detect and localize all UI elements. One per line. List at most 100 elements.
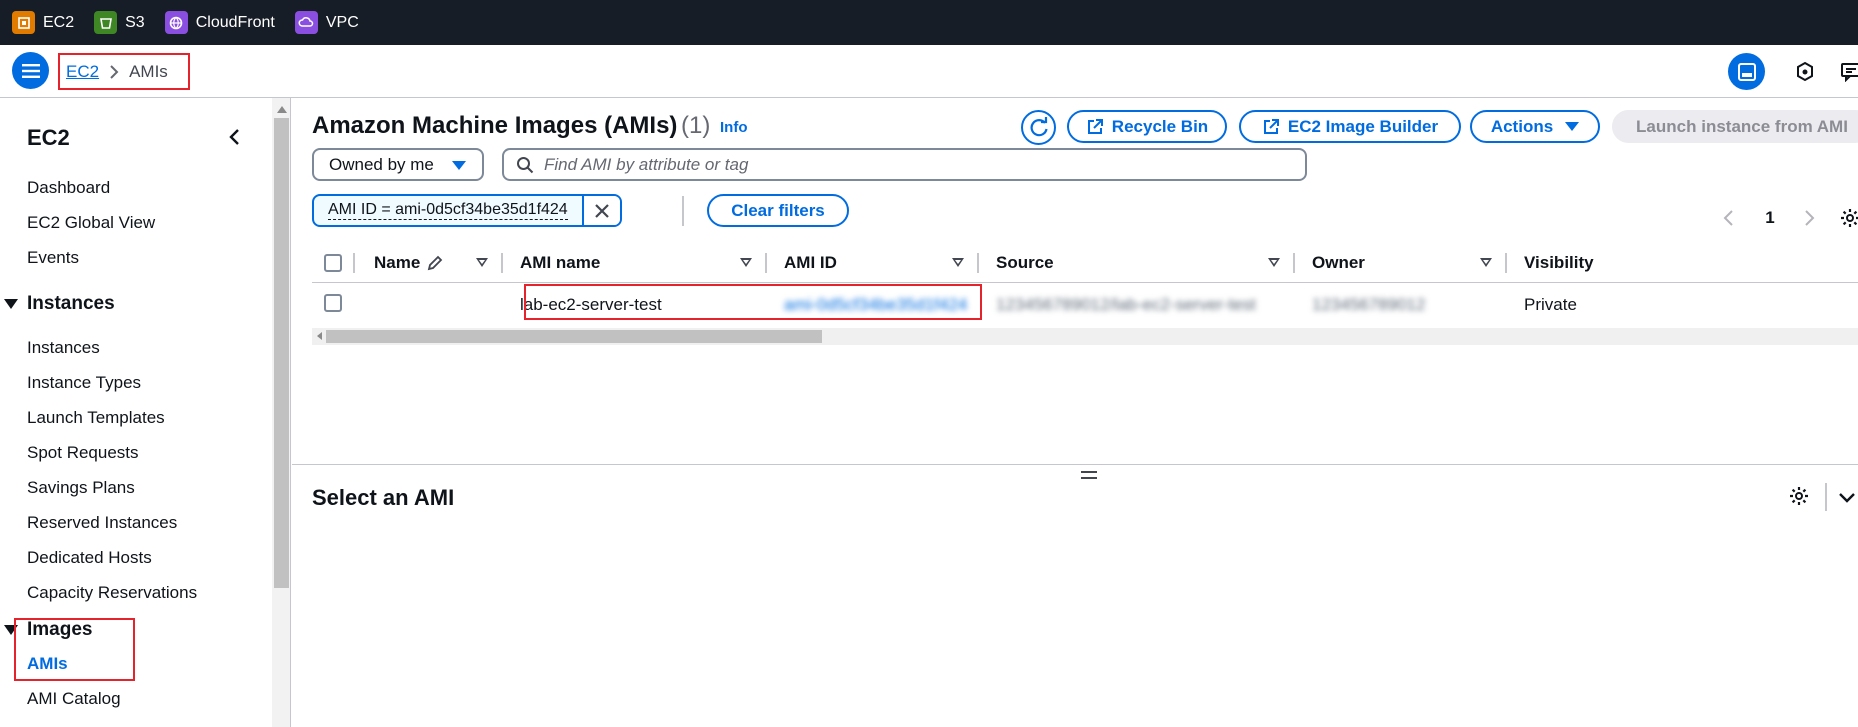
ec2-image-builder-button[interactable]: EC2 Image Builder <box>1239 110 1461 143</box>
select-all-checkbox[interactable] <box>324 254 342 272</box>
column-divider <box>1293 253 1295 273</box>
nav-ami-catalog[interactable]: AMI Catalog <box>27 689 121 709</box>
filter-token-label[interactable]: AMI ID = ami-0d5cf34be35d1f424 <box>314 196 584 225</box>
nav-capacity-reservations[interactable]: Capacity Reservations <box>27 583 197 603</box>
cell-owner: 123456789012 <box>1312 295 1426 314</box>
column-header-ami-name[interactable]: AMI name <box>520 243 600 283</box>
cell-visibility: Private <box>1524 295 1577 314</box>
side-navigation: EC2 Dashboard EC2 Global View Events Ins… <box>0 98 272 727</box>
sidenav-scrollbar[interactable] <box>272 98 291 727</box>
nav-savings-plans[interactable]: Savings Plans <box>27 478 135 498</box>
split-panel-preferences-button[interactable] <box>1788 485 1812 509</box>
owner-filter-select[interactable]: Owned by me <box>312 148 484 181</box>
sort-icon[interactable] <box>1268 258 1280 267</box>
button-label: Recycle Bin <box>1111 116 1209 136</box>
nav-dashboard[interactable]: Dashboard <box>27 178 110 198</box>
split-panel: Select an AMI <box>292 464 1858 727</box>
tools-panel-button[interactable] <box>1790 53 1820 90</box>
nav-instances[interactable]: Instances <box>27 338 100 358</box>
clear-filters-button[interactable]: Clear filters <box>707 194 849 227</box>
split-panel-title: Select an AMI <box>312 485 455 510</box>
column-header-source[interactable]: Source <box>996 243 1054 283</box>
service-shortcut-ec2[interactable]: EC2 <box>12 11 74 34</box>
sort-icon[interactable] <box>740 258 752 267</box>
highlight-box-ami-row <box>524 284 982 320</box>
nav-events[interactable]: Events <box>27 248 79 268</box>
scrollbar-thumb[interactable] <box>274 118 289 588</box>
notifications-button[interactable] <box>1836 53 1858 90</box>
table-row[interactable]: lab-ec2-server-test ami-0d5cf34be35d1f42… <box>312 283 1858 327</box>
main-content: Amazon Machine Images (AMIs) (1) Info Re… <box>292 98 1858 727</box>
external-link-icon <box>1087 118 1103 134</box>
nav-dedicated-hosts[interactable]: Dedicated Hosts <box>27 548 152 568</box>
column-label: Name <box>374 253 421 272</box>
chevron-right-icon <box>1805 210 1815 226</box>
service-shortcut-s3[interactable]: S3 <box>94 11 145 34</box>
menu-toggle-button[interactable] <box>12 52 49 89</box>
caret-down-icon <box>1565 122 1580 131</box>
ami-count: (1) <box>681 112 711 139</box>
hamburger-icon <box>21 63 40 78</box>
breadcrumb-ec2-link[interactable]: EC2 <box>66 62 99 82</box>
sort-icon[interactable] <box>1480 258 1492 267</box>
nav-launch-templates[interactable]: Launch Templates <box>27 408 165 428</box>
collapse-split-panel-button[interactable] <box>1836 486 1858 508</box>
sidenav-title: EC2 <box>27 125 70 150</box>
caret-down-icon <box>452 161 466 170</box>
split-panel-toggle-button[interactable] <box>1728 53 1765 90</box>
table-preferences-button[interactable] <box>1838 206 1858 230</box>
next-page-button[interactable] <box>1800 206 1820 230</box>
column-header-visibility[interactable]: Visibility <box>1524 243 1594 283</box>
chevron-left-icon <box>229 129 239 145</box>
launch-instance-from-ami-button[interactable]: Launch instance from AMI <box>1612 110 1858 143</box>
info-link[interactable]: Info <box>720 119 748 136</box>
search-input[interactable] <box>544 154 1284 175</box>
scrollbar-thumb[interactable] <box>326 330 822 343</box>
button-label: Clear filters <box>731 200 825 220</box>
filter-token[interactable]: AMI ID = ami-0d5cf34be35d1f424 <box>312 194 622 227</box>
page-number-1[interactable]: 1 <box>1760 206 1780 230</box>
caret-down-icon <box>4 299 18 309</box>
previous-page-button[interactable] <box>1718 206 1738 230</box>
service-shortcut-vpc[interactable]: VPC <box>294 11 359 34</box>
nav-section-label: Instances <box>27 293 115 314</box>
refresh-button[interactable] <box>1021 110 1056 145</box>
nav-instance-types[interactable]: Instance Types <box>27 373 141 393</box>
chevron-down-icon <box>1839 493 1855 503</box>
breadcrumb-current: AMIs <box>129 61 168 81</box>
search-icon <box>517 156 534 173</box>
owner-filter-value: Owned by me <box>329 154 434 174</box>
remove-filter-button[interactable] <box>583 196 620 225</box>
column-divider <box>977 253 979 273</box>
row-checkbox[interactable] <box>324 294 342 312</box>
actions-dropdown[interactable]: Actions <box>1470 110 1600 143</box>
column-header-ami-id[interactable]: AMI ID <box>784 243 837 283</box>
service-label: S3 <box>125 13 145 31</box>
column-header-name[interactable]: Name <box>374 243 444 283</box>
nav-section-instances[interactable]: Instances <box>4 293 115 315</box>
recycle-bin-button[interactable]: Recycle Bin <box>1067 110 1227 143</box>
nav-spot-requests[interactable]: Spot Requests <box>27 443 139 463</box>
service-label: EC2 <box>43 13 75 31</box>
sort-icon[interactable] <box>952 258 964 267</box>
service-label: VPC <box>325 13 359 31</box>
service-shortcut-bar: EC2 S3 CloudFront VPC <box>0 0 1858 45</box>
search-box[interactable] <box>502 148 1307 181</box>
table-horizontal-scrollbar[interactable] <box>312 328 1858 345</box>
column-divider <box>353 253 355 273</box>
collapse-nav-button[interactable] <box>224 126 246 148</box>
table-header: Name AMI name AMI ID Source Owner Visibi… <box>312 243 1858 283</box>
nav-reserved-instances[interactable]: Reserved Instances <box>27 513 177 533</box>
refresh-icon <box>1030 116 1048 136</box>
sort-icon[interactable] <box>476 258 488 267</box>
button-label: Actions <box>1490 116 1554 136</box>
cloudfront-icon <box>164 11 188 34</box>
pencil-icon <box>428 255 443 271</box>
nav-ec2-global-view[interactable]: EC2 Global View <box>27 213 155 233</box>
close-icon <box>594 203 609 218</box>
service-shortcut-cloudfront[interactable]: CloudFront <box>164 11 275 34</box>
column-header-owner[interactable]: Owner <box>1312 243 1365 283</box>
external-link-icon <box>1263 118 1279 134</box>
s3-icon <box>94 11 118 34</box>
resize-handle-icon[interactable] <box>1081 471 1097 483</box>
